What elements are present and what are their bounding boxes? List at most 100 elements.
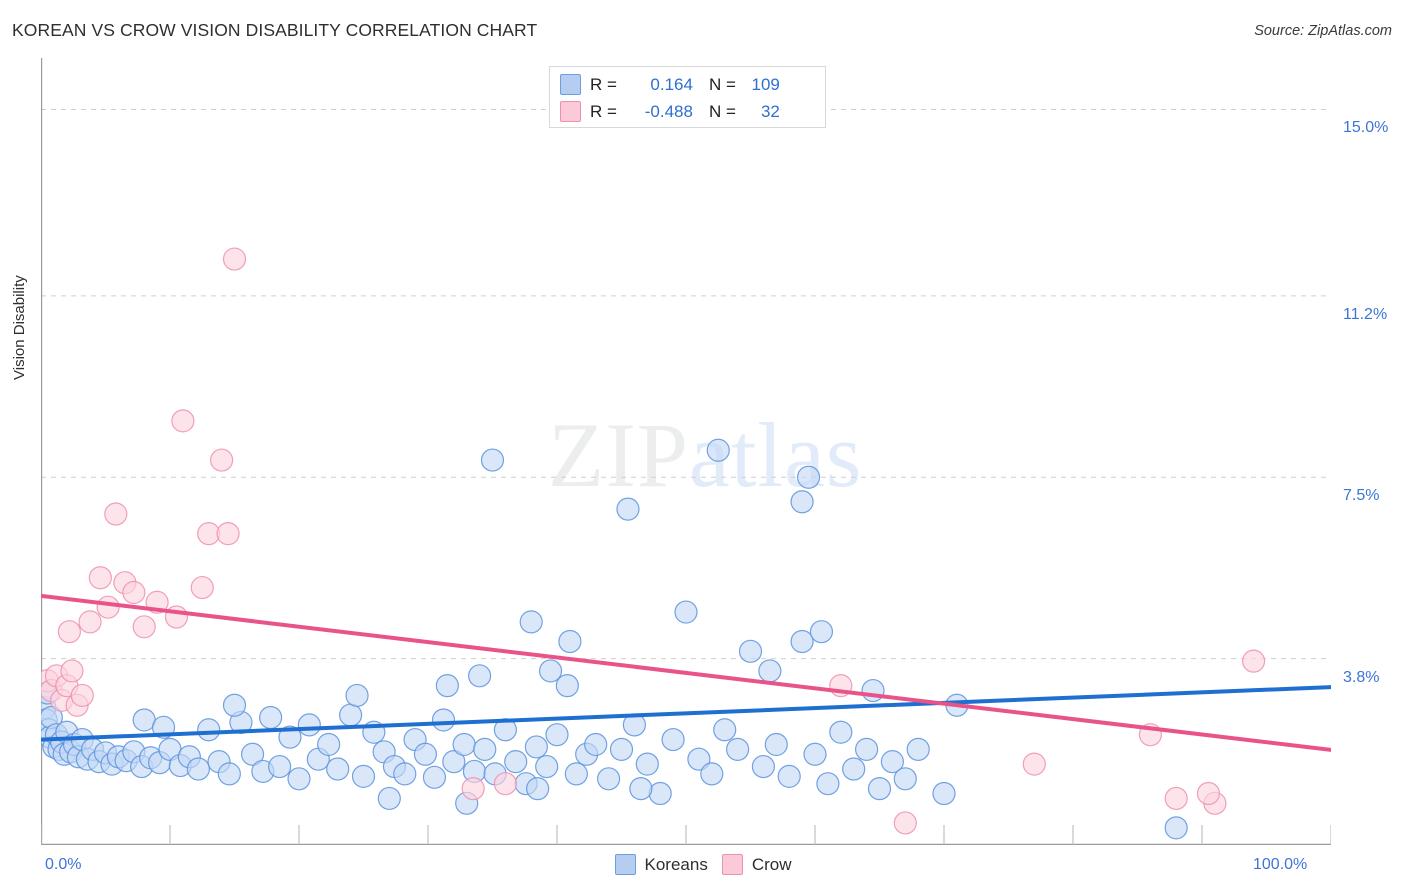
data-point bbox=[861, 678, 885, 703]
data-point bbox=[629, 777, 653, 801]
page-title: KOREAN VS CROW VISION DISABILITY CORRELA… bbox=[12, 20, 538, 40]
correlation-stats-legend: R = 0.164 N = 109 R = -0.488 N = 32 bbox=[549, 66, 826, 128]
series-legend-item-koreans[interactable]: Koreans bbox=[614, 854, 708, 875]
data-point bbox=[57, 620, 81, 644]
data-point bbox=[706, 438, 730, 462]
data-point bbox=[326, 757, 350, 781]
data-point bbox=[538, 659, 563, 683]
y-axis-label: 11.2% bbox=[1343, 305, 1388, 323]
data-point bbox=[217, 762, 241, 786]
chart-page: KOREAN VS CROW VISION DISABILITY CORRELA… bbox=[0, 0, 1406, 892]
data-point bbox=[751, 754, 776, 779]
y-axis-label: 15.0% bbox=[1343, 119, 1389, 137]
data-point bbox=[764, 732, 788, 757]
series-legend-item-crow[interactable]: Crow bbox=[721, 854, 792, 875]
data-point bbox=[431, 708, 456, 732]
legend-swatch-crow bbox=[560, 101, 581, 122]
data-point bbox=[413, 742, 438, 766]
data-point bbox=[96, 595, 120, 619]
data-point bbox=[222, 693, 247, 717]
data-point bbox=[609, 737, 634, 761]
data-point bbox=[422, 765, 447, 789]
legend-r-label-crow: R = bbox=[590, 101, 617, 121]
data-point bbox=[210, 448, 234, 472]
data-point bbox=[777, 764, 801, 788]
series-swatch-koreans bbox=[614, 854, 636, 875]
y-axis-label: 3.8% bbox=[1343, 668, 1380, 686]
legend-n-value-crow: 32 bbox=[760, 101, 780, 121]
data-point bbox=[345, 683, 369, 708]
data-point bbox=[893, 767, 917, 791]
data-point bbox=[842, 757, 866, 781]
data-point bbox=[435, 674, 459, 698]
data-point bbox=[351, 764, 376, 788]
data-point bbox=[932, 781, 956, 806]
data-point bbox=[1241, 649, 1266, 673]
data-point bbox=[635, 752, 659, 776]
data-point bbox=[535, 754, 559, 779]
data-point bbox=[713, 718, 737, 742]
data-point bbox=[1164, 786, 1188, 811]
data-point bbox=[545, 723, 569, 747]
data-point bbox=[197, 718, 221, 742]
data-point bbox=[893, 811, 917, 835]
data-point bbox=[809, 620, 834, 644]
data-point bbox=[132, 615, 156, 639]
data-point bbox=[60, 659, 84, 683]
data-point bbox=[473, 737, 497, 761]
data-point bbox=[564, 762, 588, 786]
data-point bbox=[171, 409, 195, 433]
legend-swatch-koreans bbox=[560, 74, 581, 95]
data-point bbox=[648, 781, 672, 806]
series-swatch-crow bbox=[721, 854, 743, 875]
legend-r-value-koreans: 0.164 bbox=[650, 74, 693, 94]
data-point bbox=[461, 777, 485, 801]
data-point bbox=[596, 767, 621, 791]
data-point bbox=[700, 762, 724, 786]
data-point bbox=[480, 448, 505, 472]
data-point bbox=[829, 720, 853, 744]
data-point bbox=[616, 497, 640, 521]
source-attribution: Source: ZipAtlas.com bbox=[1254, 23, 1392, 39]
data-point bbox=[317, 732, 341, 757]
data-point bbox=[796, 465, 821, 489]
data-point bbox=[197, 522, 221, 546]
legend-n-label-crow: N = bbox=[708, 101, 736, 121]
data-point bbox=[468, 664, 492, 688]
data-point bbox=[104, 502, 128, 526]
data-point bbox=[738, 639, 763, 663]
data-point bbox=[132, 708, 156, 732]
data-point bbox=[122, 580, 146, 605]
legend-n-label-koreans: N = bbox=[708, 74, 736, 94]
data-point bbox=[854, 737, 879, 761]
data-point bbox=[377, 786, 401, 811]
y-axis-title: Vision Disability bbox=[11, 275, 28, 380]
data-point bbox=[88, 566, 112, 590]
data-point bbox=[906, 737, 930, 761]
data-point bbox=[558, 629, 582, 654]
data-point bbox=[725, 737, 750, 761]
data-point bbox=[222, 247, 247, 271]
data-point bbox=[268, 754, 292, 779]
plot-area bbox=[41, 58, 1331, 845]
series-label-koreans: Koreans bbox=[644, 854, 708, 874]
data-point bbox=[524, 735, 548, 759]
data-point bbox=[1196, 781, 1221, 806]
data-point bbox=[790, 490, 814, 514]
data-point bbox=[803, 742, 827, 766]
series-koreans bbox=[41, 438, 1188, 840]
data-point bbox=[339, 703, 363, 727]
data-point bbox=[452, 732, 476, 757]
legend-row-koreans: R = 0.164 N = 109 bbox=[560, 71, 815, 98]
data-point bbox=[584, 732, 608, 757]
data-point bbox=[504, 750, 528, 774]
legend-row-crow: R = -0.488 N = 32 bbox=[560, 98, 815, 125]
data-point bbox=[190, 575, 214, 600]
data-point bbox=[287, 767, 311, 791]
legend-r-value-crow: -0.488 bbox=[644, 101, 693, 121]
data-point bbox=[493, 772, 517, 796]
data-point bbox=[1164, 816, 1188, 840]
y-axis-label: 7.5% bbox=[1343, 487, 1380, 505]
data-point bbox=[790, 629, 814, 654]
data-point bbox=[519, 610, 543, 634]
